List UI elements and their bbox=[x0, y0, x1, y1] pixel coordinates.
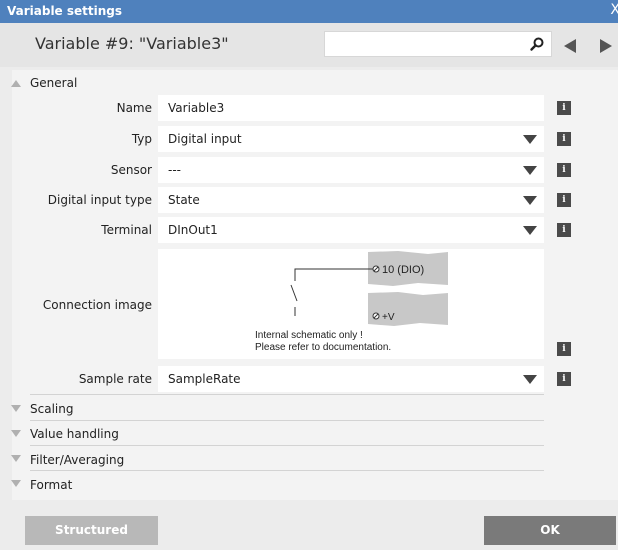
info-icon[interactable]: i bbox=[557, 132, 571, 146]
typ-select[interactable]: Digital input bbox=[158, 126, 544, 152]
schematic-note-line2: Please refer to documentation. bbox=[255, 342, 392, 353]
info-icon[interactable]: i bbox=[557, 342, 571, 356]
schematic-pin-bottom: +V bbox=[382, 312, 395, 323]
schematic-pin-top: 10 (DIO) bbox=[382, 264, 424, 276]
dropdown-arrow-icon[interactable] bbox=[523, 166, 537, 175]
sensor-value: --- bbox=[168, 163, 181, 177]
divider bbox=[30, 470, 544, 471]
info-icon[interactable]: i bbox=[557, 223, 571, 237]
search-icon[interactable] bbox=[529, 36, 545, 52]
expand-arrow-icon[interactable] bbox=[11, 405, 21, 412]
variable-header: Variable #9: "Variable3" bbox=[0, 23, 618, 67]
dropdown-arrow-icon[interactable] bbox=[523, 226, 537, 235]
typ-value: Digital input bbox=[168, 132, 242, 146]
connection-schematic: 10 (DIO) +V bbox=[290, 251, 448, 326]
collapse-arrow-icon[interactable] bbox=[11, 80, 21, 87]
typ-label: Typ bbox=[131, 132, 152, 146]
close-button[interactable]: X bbox=[610, 2, 618, 18]
prev-arrow-icon[interactable] bbox=[564, 39, 576, 53]
ok-button[interactable]: OK bbox=[484, 516, 616, 545]
info-icon[interactable]: i bbox=[557, 372, 571, 386]
schematic-note: Internal schematic only ! Please refer t… bbox=[255, 330, 391, 354]
dropdown-arrow-icon[interactable] bbox=[523, 196, 537, 205]
expand-arrow-icon[interactable] bbox=[11, 480, 21, 487]
section-filter-averaging[interactable]: Filter/Averaging bbox=[30, 453, 124, 467]
sensor-select[interactable]: --- bbox=[158, 157, 544, 183]
info-icon[interactable]: i bbox=[557, 193, 571, 207]
terminal-value: DInOut1 bbox=[168, 223, 218, 237]
sample-rate-label: Sample rate bbox=[78, 372, 152, 386]
section-scaling[interactable]: Scaling bbox=[30, 402, 73, 416]
section-general[interactable]: General bbox=[30, 76, 77, 90]
dropdown-arrow-icon[interactable] bbox=[523, 375, 537, 384]
title-bar: Variable settings X bbox=[0, 0, 618, 23]
info-icon[interactable]: i bbox=[557, 101, 571, 115]
terminal-select[interactable]: DInOut1 bbox=[158, 217, 544, 243]
expand-arrow-icon[interactable] bbox=[11, 455, 21, 462]
digital-input-type-label: Digital input type bbox=[47, 193, 152, 207]
sample-rate-value: SampleRate bbox=[168, 372, 241, 386]
connection-image-label: Connection image bbox=[42, 298, 152, 312]
divider bbox=[30, 420, 544, 421]
variable-name: Variable #9: "Variable3" bbox=[35, 34, 229, 53]
terminal-label: Terminal bbox=[101, 223, 152, 237]
name-field[interactable]: Variable3 bbox=[158, 95, 544, 121]
window-title: Variable settings bbox=[7, 4, 123, 18]
structured-button[interactable]: Structured bbox=[25, 516, 158, 545]
name-value: Variable3 bbox=[168, 101, 225, 115]
section-format[interactable]: Format bbox=[30, 478, 72, 492]
dropdown-arrow-icon[interactable] bbox=[523, 135, 537, 144]
sensor-label: Sensor bbox=[110, 163, 152, 177]
info-icon[interactable]: i bbox=[557, 163, 571, 177]
connection-image: 10 (DIO) +V Internal schematic only ! Pl… bbox=[158, 249, 544, 359]
name-label: Name bbox=[116, 101, 152, 115]
next-arrow-icon[interactable] bbox=[600, 39, 612, 53]
section-value-handling[interactable]: Value handling bbox=[30, 427, 119, 441]
sample-rate-select[interactable]: SampleRate bbox=[158, 366, 544, 392]
search-input[interactable] bbox=[324, 31, 552, 57]
schematic-note-line1: Internal schematic only ! bbox=[255, 330, 363, 341]
divider bbox=[30, 394, 544, 395]
digital-input-type-value: State bbox=[168, 193, 200, 207]
expand-arrow-icon[interactable] bbox=[11, 430, 21, 437]
divider bbox=[30, 445, 544, 446]
digital-input-type-select[interactable]: State bbox=[158, 187, 544, 213]
